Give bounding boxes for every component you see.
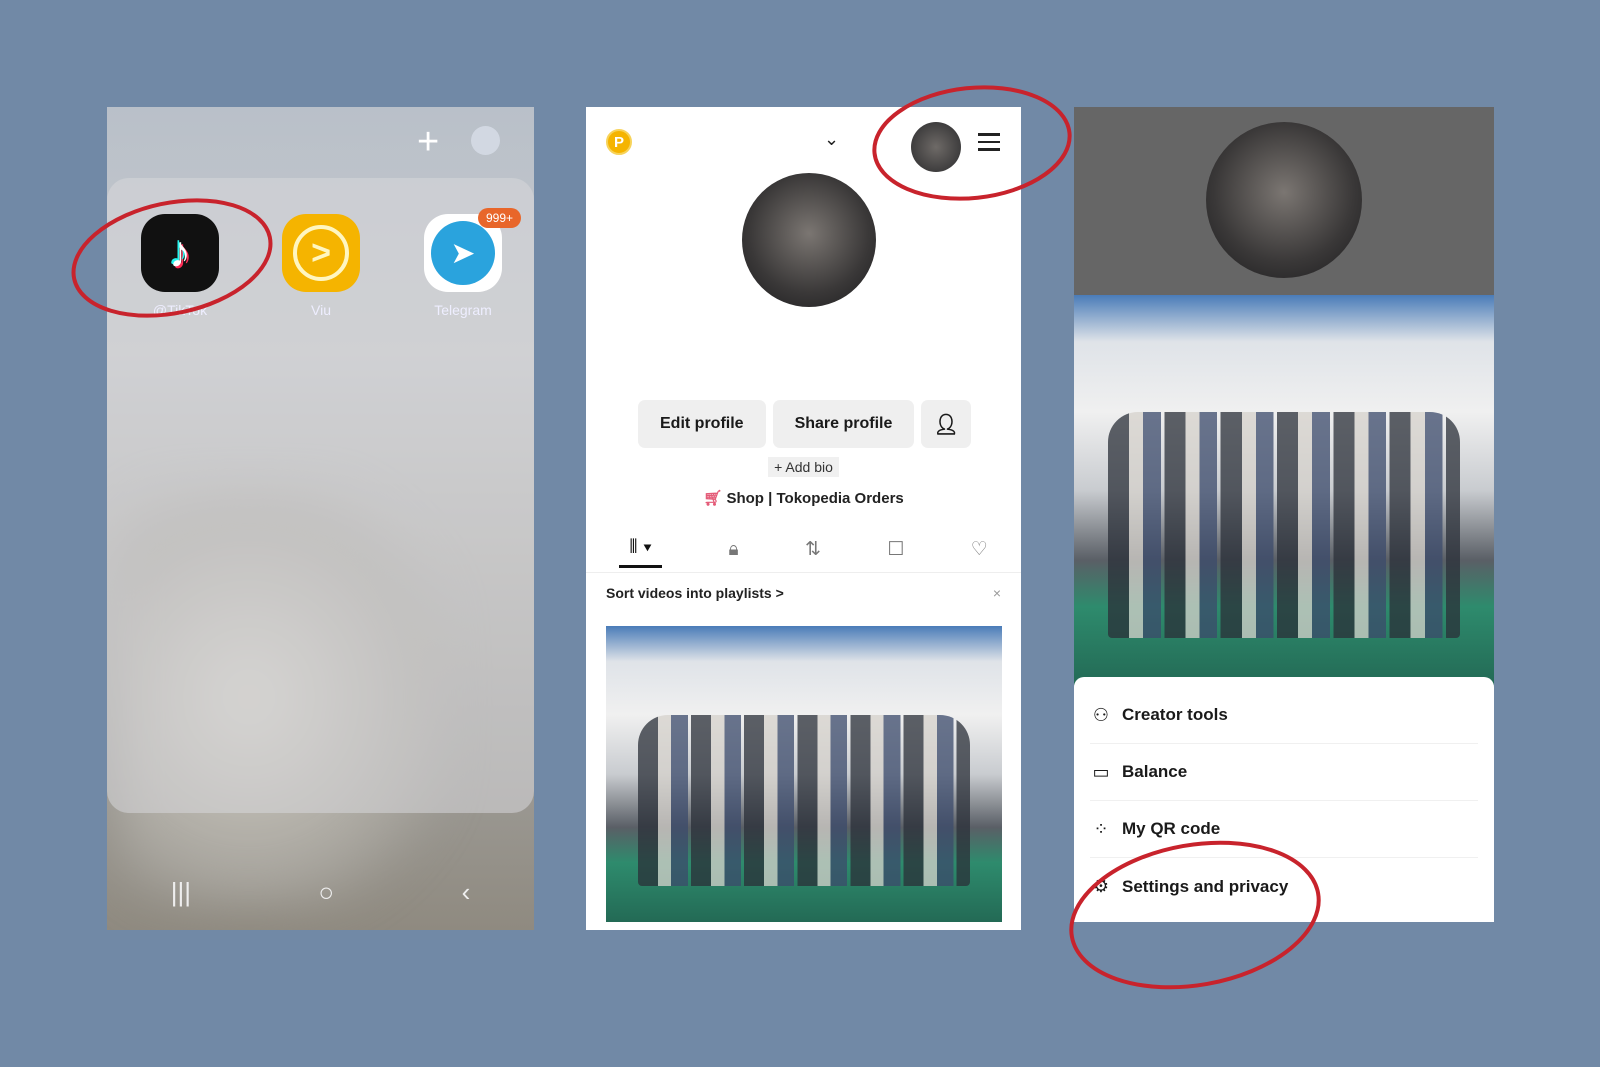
tab-liked-icon[interactable]: ♡	[971, 538, 988, 561]
app-label: @TikTok	[152, 302, 208, 318]
sort-label: Sort videos into playlists >	[606, 585, 784, 601]
tab-reposts-icon[interactable]: ⇅	[805, 538, 821, 561]
tiktok-icon: ♪	[141, 214, 219, 292]
edit-profile-button[interactable]: Edit profile	[638, 400, 766, 448]
qr-code-icon: ⁘	[1093, 818, 1109, 839]
menu-item-creator-tools[interactable]: ⚇ Creator tools	[1090, 687, 1478, 744]
chevron-down-icon[interactable]: ⌄	[824, 129, 839, 150]
tab-favorites-icon[interactable]: ☐	[887, 538, 904, 561]
coin-badge[interactable]: P	[606, 129, 632, 155]
shop-label: Shop | Tokopedia Orders	[726, 490, 904, 507]
menu-panel: ⚇ Creator tools ▭ Balance ⁘ My QR code ⚙ Set…	[1074, 107, 1494, 922]
menu-label: Settings and privacy	[1122, 876, 1289, 896]
sort-playlists-banner[interactable]: Sort videos into playlists > ×	[606, 585, 1001, 601]
avatar-small[interactable]	[911, 122, 961, 172]
menu-label: Balance	[1122, 762, 1188, 781]
menu-item-settings[interactable]: ⚙ Settings and privacy	[1090, 858, 1478, 915]
options-dot[interactable]	[471, 126, 500, 155]
home-button[interactable]: ○	[318, 877, 334, 908]
video-thumbnail[interactable]	[606, 626, 1002, 922]
tab-videos[interactable]: ⦀ ▾	[619, 531, 663, 568]
menu-label: Creator tools	[1122, 705, 1228, 724]
hamburger-menu-icon[interactable]	[978, 133, 1000, 156]
app-label: Telegram	[434, 302, 492, 318]
wallet-icon: ▭	[1092, 761, 1110, 782]
creator-tools-icon: ⚇	[1092, 704, 1110, 725]
menu-item-qr-code[interactable]: ⁘ My QR code	[1090, 801, 1478, 858]
menu-item-balance[interactable]: ▭ Balance	[1090, 744, 1478, 801]
tab-private-lock-icon[interactable]: 🔒︎	[729, 539, 739, 561]
menu-sheet: ⚇ Creator tools ▭ Balance ⁘ My QR code ⚙ Set…	[1074, 677, 1494, 922]
profile-avatar	[1206, 122, 1362, 278]
app-viu[interactable]: > Viu	[281, 214, 361, 318]
app-telegram[interactable]: ➤ 999+ Telegram	[423, 208, 521, 318]
profile-tabs: ⦀ ▾ 🔒︎ ⇅ ☐ ♡	[586, 527, 1021, 573]
back-button[interactable]: ‹	[462, 877, 471, 908]
menu-label: My QR code	[1122, 819, 1221, 838]
system-nav-bar: ||| ○ ‹	[107, 805, 534, 930]
share-profile-button[interactable]: Share profile	[772, 400, 915, 448]
close-icon[interactable]: ×	[993, 585, 1001, 601]
shop-link[interactable]: 🛒︎ Shop | Tokopedia Orders	[586, 489, 1021, 507]
gear-icon: ⚙	[1092, 876, 1110, 896]
plus-icon[interactable]: +	[417, 121, 439, 164]
add-bio-button[interactable]: + Add bio	[768, 457, 839, 477]
app-tiktok[interactable]: ♪ @TikTok	[140, 214, 220, 318]
viu-icon: >	[282, 214, 360, 292]
app-label: Viu	[311, 302, 331, 318]
recents-button[interactable]: |||	[171, 877, 191, 908]
profile-panel: P ⌄ Edit profile Share profile 👤︎ + Add …	[586, 107, 1021, 930]
notification-badge: 999+	[477, 208, 521, 228]
home-screen-panel: + ♪ @TikTok > Viu ➤ 999+ Telegram ||| ○ …	[107, 107, 534, 930]
video-background	[1074, 295, 1494, 685]
cart-icon: 🛒︎	[703, 490, 723, 507]
profile-avatar[interactable]	[742, 173, 876, 307]
add-friend-icon[interactable]: 👤︎	[921, 400, 971, 448]
